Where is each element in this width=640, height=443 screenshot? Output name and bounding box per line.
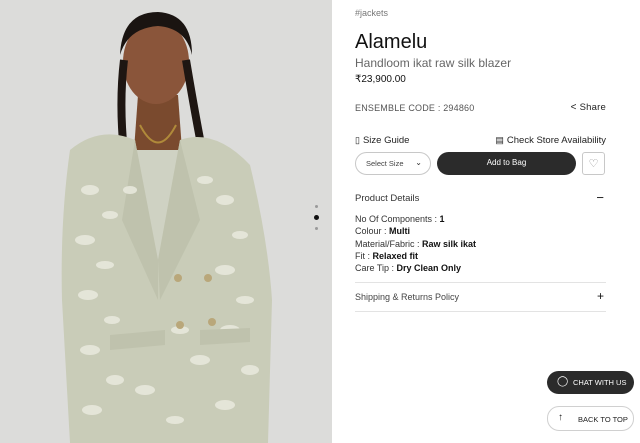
detail-value: Relaxed fit bbox=[372, 250, 419, 261]
arrow-up-icon: ↑ bbox=[558, 412, 563, 423]
product-price: ₹23,900.00 bbox=[355, 74, 406, 85]
share-button[interactable]: < Share bbox=[571, 102, 606, 113]
detail-row: Material/Fabric : Raw silk ikat bbox=[355, 238, 476, 250]
chat-label: CHAT WITH US bbox=[573, 378, 627, 387]
ensemble-code-row: ENSEMBLE CODE : 294860 < Share bbox=[355, 102, 606, 113]
check-store-link[interactable]: ▤ Check Store Availability bbox=[495, 135, 606, 146]
shipping-returns-heading: Shipping & Returns Policy bbox=[355, 292, 460, 302]
product-details-toggle[interactable]: Product Details − bbox=[355, 190, 606, 205]
chat-icon: ◯ bbox=[557, 376, 569, 387]
add-to-bag-button[interactable]: Add to Bag bbox=[437, 152, 576, 175]
heart-icon: ♡ bbox=[588, 158, 599, 170]
detail-row: Care Tip : Dry Clean Only bbox=[355, 262, 476, 274]
back-to-top-label: BACK TO TOP bbox=[578, 415, 628, 424]
expand-icon: + bbox=[596, 289, 604, 303]
detail-value: Raw silk ikat bbox=[422, 238, 477, 249]
product-subtitle: Handloom ikat raw silk blazer bbox=[355, 56, 512, 70]
detail-label: Care Tip : bbox=[355, 263, 397, 274]
product-name: Alamelu bbox=[355, 31, 428, 53]
store-icon: ▤ bbox=[495, 135, 504, 145]
detail-label: Colour : bbox=[355, 226, 390, 237]
detail-row: No Of Components : 1 bbox=[355, 213, 476, 225]
detail-row: Colour : Multi bbox=[355, 225, 476, 237]
back-to-top-button[interactable]: ↑ BACK TO TOP bbox=[547, 406, 634, 431]
chat-with-us-button[interactable]: ◯ CHAT WITH US bbox=[547, 371, 634, 394]
size-guide-label: Size Guide bbox=[362, 135, 410, 146]
size-guide-link[interactable]: ▯ Size Guide bbox=[355, 135, 409, 146]
share-label: Share bbox=[579, 102, 606, 113]
product-details-list: No Of Components : 1 Colour : Multi Mate… bbox=[355, 213, 476, 274]
detail-label: Material/Fabric : bbox=[355, 238, 423, 249]
carousel-dot-active[interactable] bbox=[313, 215, 319, 220]
guide-row: ▯ Size Guide ▤ Check Store Availability bbox=[355, 135, 606, 146]
product-details-heading: Product Details bbox=[355, 193, 420, 204]
detail-label: No Of Components : bbox=[355, 214, 440, 224]
wishlist-button[interactable]: ♡ bbox=[582, 152, 605, 175]
share-icon: < bbox=[570, 102, 577, 113]
detail-value: Multi bbox=[389, 226, 411, 237]
detail-label: Fit : bbox=[355, 250, 373, 261]
check-store-label: Check Store Availability bbox=[506, 135, 606, 146]
detail-row: Fit : Relaxed fit bbox=[355, 250, 476, 262]
detail-value: 1 bbox=[439, 214, 445, 224]
model-photo bbox=[0, 0, 332, 443]
ruler-icon: ▯ bbox=[355, 135, 360, 145]
category-tag[interactable]: #jackets bbox=[355, 8, 388, 18]
shipping-returns-toggle[interactable]: Shipping & Returns Policy + bbox=[355, 289, 606, 303]
detail-value: Dry Clean Only bbox=[396, 263, 462, 274]
carousel-dots[interactable] bbox=[313, 205, 319, 237]
product-image[interactable] bbox=[0, 0, 332, 443]
carousel-dot[interactable] bbox=[314, 227, 318, 230]
select-size-label: Select Size bbox=[366, 159, 404, 168]
divider bbox=[355, 282, 606, 283]
collapse-icon: − bbox=[596, 190, 604, 205]
carousel-dot[interactable] bbox=[314, 205, 318, 208]
select-size-dropdown[interactable]: Select Size ⌄ bbox=[355, 152, 431, 175]
divider bbox=[355, 311, 606, 312]
chevron-down-icon: ⌄ bbox=[415, 158, 422, 167]
ensemble-code: ENSEMBLE CODE : 294860 bbox=[355, 103, 475, 113]
